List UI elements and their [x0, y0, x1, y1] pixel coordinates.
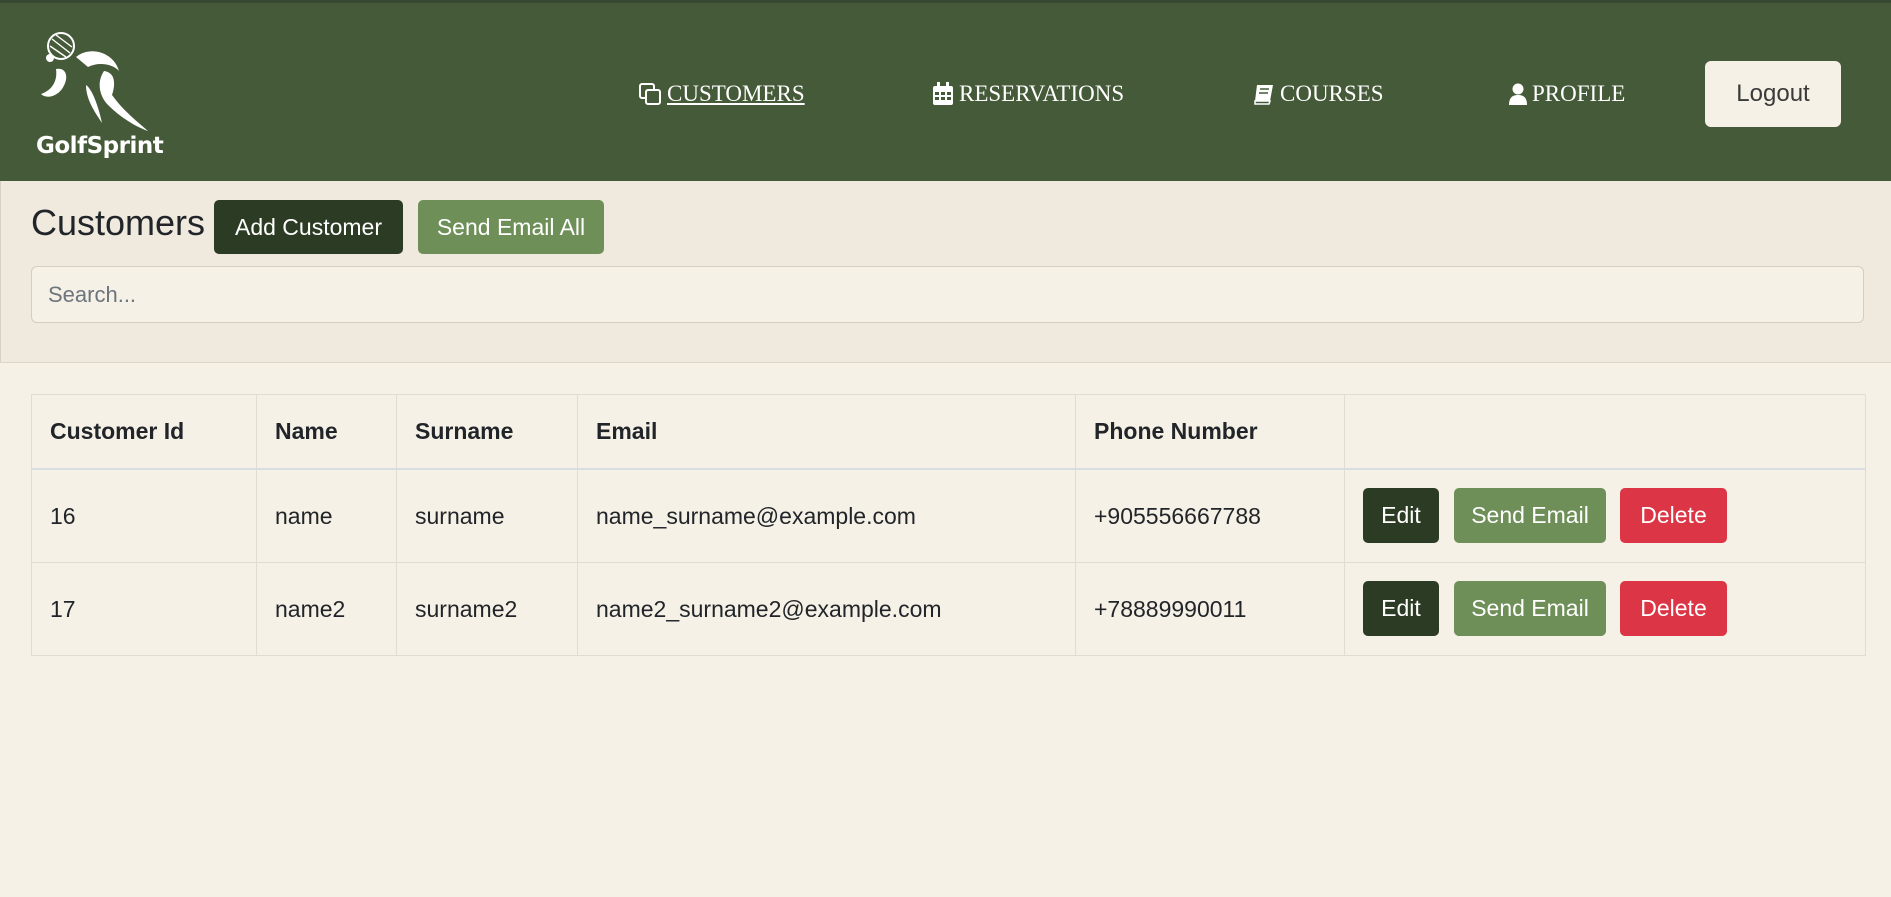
table-row: 17 name2 surname2 name2_surname2@example…: [31, 562, 1866, 656]
nav-item-profile[interactable]: PROFILE: [1509, 79, 1625, 109]
table-row: 16 name surname name_surname@example.com…: [31, 468, 1866, 563]
customers-table: Customer Id Name Surname Email Phone Num…: [31, 394, 1866, 656]
table-header-row: Customer Id Name Surname Email Phone Num…: [31, 394, 1866, 470]
column-header-actions: [1344, 394, 1866, 470]
page-title: Customers: [31, 202, 206, 243]
book-icon: [1254, 85, 1273, 105]
top-navbar: GolfSprint CUSTOMERS RESERVATIONS COURSE…: [0, 0, 1891, 181]
customers-table-wrap: Customer Id Name Surname Email Phone Num…: [31, 394, 1866, 656]
column-header-phone[interactable]: Phone Number: [1075, 394, 1345, 470]
cell-customer-id: 16: [31, 468, 257, 563]
delete-button[interactable]: Delete: [1620, 488, 1727, 543]
cell-actions: Edit Send Email Delete: [1344, 468, 1866, 563]
delete-button[interactable]: Delete: [1620, 581, 1727, 636]
cell-customer-id: 17: [31, 562, 257, 656]
nav-label: PROFILE: [1532, 81, 1626, 106]
nav-label: RESERVATIONS: [959, 81, 1125, 106]
edit-button[interactable]: Edit: [1363, 488, 1439, 543]
cell-name: name2: [256, 562, 397, 656]
nav-label: COURSES: [1280, 81, 1384, 106]
cell-surname: surname: [396, 468, 578, 563]
nav-item-customers[interactable]: CUSTOMERS: [638, 79, 805, 109]
calendar-icon: [933, 82, 953, 105]
cell-phone: +905556667788: [1075, 468, 1345, 563]
nav-label: CUSTOMERS: [667, 81, 805, 106]
send-email-button[interactable]: Send Email: [1454, 581, 1606, 636]
search-input[interactable]: [31, 266, 1864, 323]
golfer-logo-icon: [41, 32, 148, 131]
column-header-email[interactable]: Email: [577, 394, 1076, 470]
add-customer-button[interactable]: Add Customer: [214, 200, 403, 254]
brand-name: GolfSprint: [36, 133, 164, 159]
logout-button[interactable]: Logout: [1705, 61, 1841, 127]
edit-button[interactable]: Edit: [1363, 581, 1439, 636]
nav-item-courses[interactable]: COURSES: [1253, 79, 1384, 109]
cell-email: name2_surname2@example.com: [577, 562, 1076, 656]
send-email-button[interactable]: Send Email: [1454, 488, 1606, 543]
cell-email: name_surname@example.com: [577, 468, 1076, 563]
column-header-surname[interactable]: Surname: [396, 394, 578, 470]
copy-icon: [639, 83, 661, 105]
brand-logo[interactable]: GolfSprint: [36, 27, 164, 163]
cell-name: name: [256, 468, 397, 563]
send-email-all-button[interactable]: Send Email All: [418, 200, 604, 254]
user-icon: [1509, 83, 1527, 105]
cell-phone: +78889990011: [1075, 562, 1345, 656]
cell-surname: surname2: [396, 562, 578, 656]
cell-actions: Edit Send Email Delete: [1344, 562, 1866, 656]
column-header-name[interactable]: Name: [256, 394, 397, 470]
column-header-customer-id[interactable]: Customer Id: [31, 394, 257, 470]
nav-item-reservations[interactable]: RESERVATIONS: [932, 79, 1124, 109]
